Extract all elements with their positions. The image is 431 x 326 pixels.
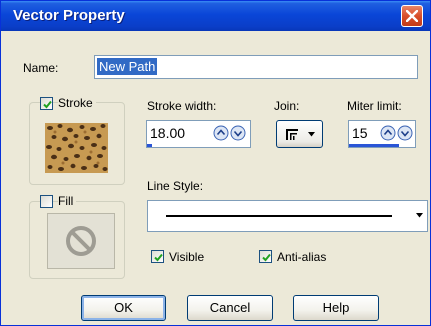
line-style-label: Line Style:: [147, 179, 204, 193]
fill-checkbox[interactable]: [40, 195, 53, 208]
miter-limit-spinner[interactable]: 15: [348, 120, 416, 148]
spin-arrows-icon[interactable]: [213, 125, 247, 141]
join-label: Join:: [274, 99, 300, 113]
miter-join-icon: [286, 129, 298, 140]
window-title: Vector Property: [13, 7, 125, 24]
ok-button[interactable]: OK: [81, 295, 166, 321]
close-icon: [406, 10, 418, 22]
checkmark-icon: [154, 253, 163, 262]
stroke-width-spinner[interactable]: 18.00: [146, 120, 251, 148]
name-label: Name:: [23, 61, 59, 75]
visible-checkbox[interactable]: [151, 250, 164, 263]
chevron-down-icon: [308, 132, 315, 137]
miter-limit-value: 15: [352, 125, 368, 141]
checkmark-icon: [262, 253, 271, 262]
no-fill-icon: [66, 226, 96, 256]
title-bar[interactable]: Vector Property: [1, 1, 430, 31]
miter-limit-label: Miter limit:: [347, 99, 402, 113]
miter-limit-level-bar: [349, 144, 399, 147]
help-button[interactable]: Help: [293, 295, 379, 321]
stroke-width-value: 18.00: [150, 125, 186, 141]
stroke-label: Stroke: [58, 96, 96, 110]
antialias-checkbox[interactable]: [259, 250, 272, 263]
join-dropdown[interactable]: [276, 120, 323, 148]
stroke-width-level-bar: [147, 144, 153, 147]
solid-line-preview: [166, 215, 392, 217]
vector-property-dialog: Vector Property Name: New Path Stroke Fi…: [0, 0, 431, 326]
stroke-width-label: Stroke width:: [147, 99, 217, 113]
spin-arrows-icon[interactable]: [380, 125, 414, 141]
fill-label: Fill: [58, 194, 77, 208]
chevron-down-icon: [416, 213, 423, 218]
stroke-texture-swatch[interactable]: [45, 123, 108, 173]
cancel-button[interactable]: Cancel: [187, 295, 273, 321]
name-input[interactable]: New Path: [94, 55, 418, 79]
close-button[interactable]: [401, 5, 423, 27]
name-value: New Path: [97, 58, 158, 75]
leopard-texture: [46, 124, 108, 171]
stroke-checkbox[interactable]: [40, 97, 53, 110]
antialias-label: Anti-alias: [277, 250, 327, 264]
checkmark-icon: [43, 100, 52, 109]
visible-label: Visible: [169, 250, 205, 264]
fill-swatch[interactable]: [47, 213, 115, 269]
line-style-dropdown[interactable]: [147, 200, 428, 232]
